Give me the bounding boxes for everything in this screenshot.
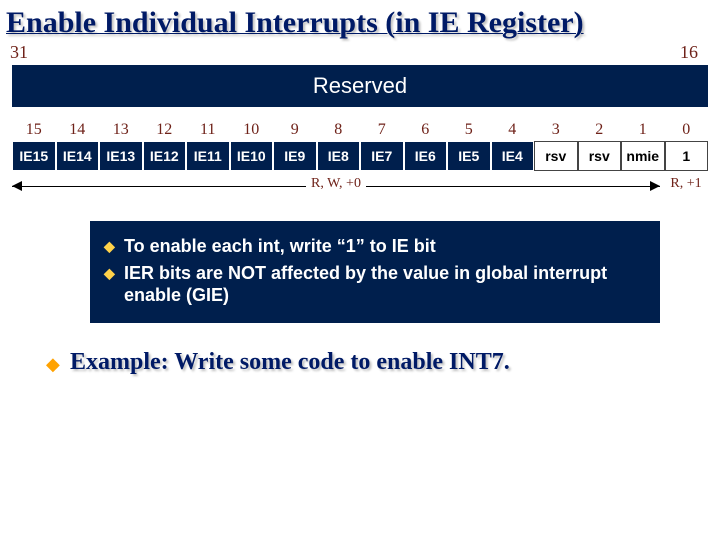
bit-index: 14 [56, 121, 100, 141]
example-row: ◆ Example: Write some code to enable INT… [46, 349, 710, 376]
upper-range-left: 31 [10, 42, 28, 63]
bit-field: IE15 [12, 141, 56, 171]
upper-bit-range: 31 16 [0, 42, 720, 63]
note-text: IER bits are NOT affected by the value i… [124, 262, 646, 307]
page-title: Enable Individual Interrupts (in IE Regi… [0, 0, 720, 40]
note-item: ◆ To enable each int, write “1” to IE bi… [104, 235, 646, 258]
bit-index: 6 [404, 121, 448, 141]
bit-field: IE7 [360, 141, 404, 171]
bit-field: IE9 [273, 141, 317, 171]
bullet-icon: ◆ [104, 235, 124, 256]
example-text: Example: Write some code to enable INT7. [70, 349, 510, 376]
bit-field: IE8 [317, 141, 361, 171]
bullet-icon: ◆ [104, 262, 124, 283]
bit-index: 15 [12, 121, 56, 141]
bit-index-row: 1514131211109876543210 [12, 121, 708, 141]
notes-box: ◆ To enable each int, write “1” to IE bi… [90, 221, 660, 323]
bit-table: 1514131211109876543210 IE15IE14IE13IE12I… [12, 121, 708, 171]
bit-field: 1 [665, 141, 709, 171]
rw-range-indicator: R, W, +0 R, +1 [12, 177, 708, 197]
bit-index: 0 [665, 121, 709, 141]
bit-field: IE6 [404, 141, 448, 171]
bit-field: IE10 [230, 141, 274, 171]
bit-index: 8 [317, 121, 361, 141]
bit-index: 9 [273, 121, 317, 141]
bit-field: IE5 [447, 141, 491, 171]
bit-field: rsv [578, 141, 622, 171]
bit-index: 7 [360, 121, 404, 141]
bit-field: IE13 [99, 141, 143, 171]
note-item: ◆ IER bits are NOT affected by the value… [104, 262, 646, 307]
arrow-left-icon [12, 181, 22, 191]
bit-index: 1 [621, 121, 665, 141]
bit-field: nmie [621, 141, 665, 171]
bit-label-row: IE15IE14IE13IE12IE11IE10IE9IE8IE7IE6IE5I… [12, 141, 708, 171]
note-text: To enable each int, write “1” to IE bit [124, 235, 436, 258]
reserved-field: Reserved [12, 65, 708, 107]
bit-index: 5 [447, 121, 491, 141]
bit-index: 10 [230, 121, 274, 141]
bit-field: IE4 [491, 141, 535, 171]
bit-index: 4 [491, 121, 535, 141]
bit-index: 2 [578, 121, 622, 141]
r1-label: R, +1 [664, 176, 708, 192]
bit-index: 11 [186, 121, 230, 141]
bit-field: IE14 [56, 141, 100, 171]
bit-index: 12 [143, 121, 187, 141]
bit-field: IE12 [143, 141, 187, 171]
upper-range-right: 16 [680, 42, 698, 63]
rw-label: R, W, +0 [306, 176, 366, 192]
diamond-icon: ◆ [46, 349, 70, 375]
arrow-right-icon [650, 181, 660, 191]
bit-field: rsv [534, 141, 578, 171]
bit-field: IE11 [186, 141, 230, 171]
bit-index: 13 [99, 121, 143, 141]
bit-index: 3 [534, 121, 578, 141]
